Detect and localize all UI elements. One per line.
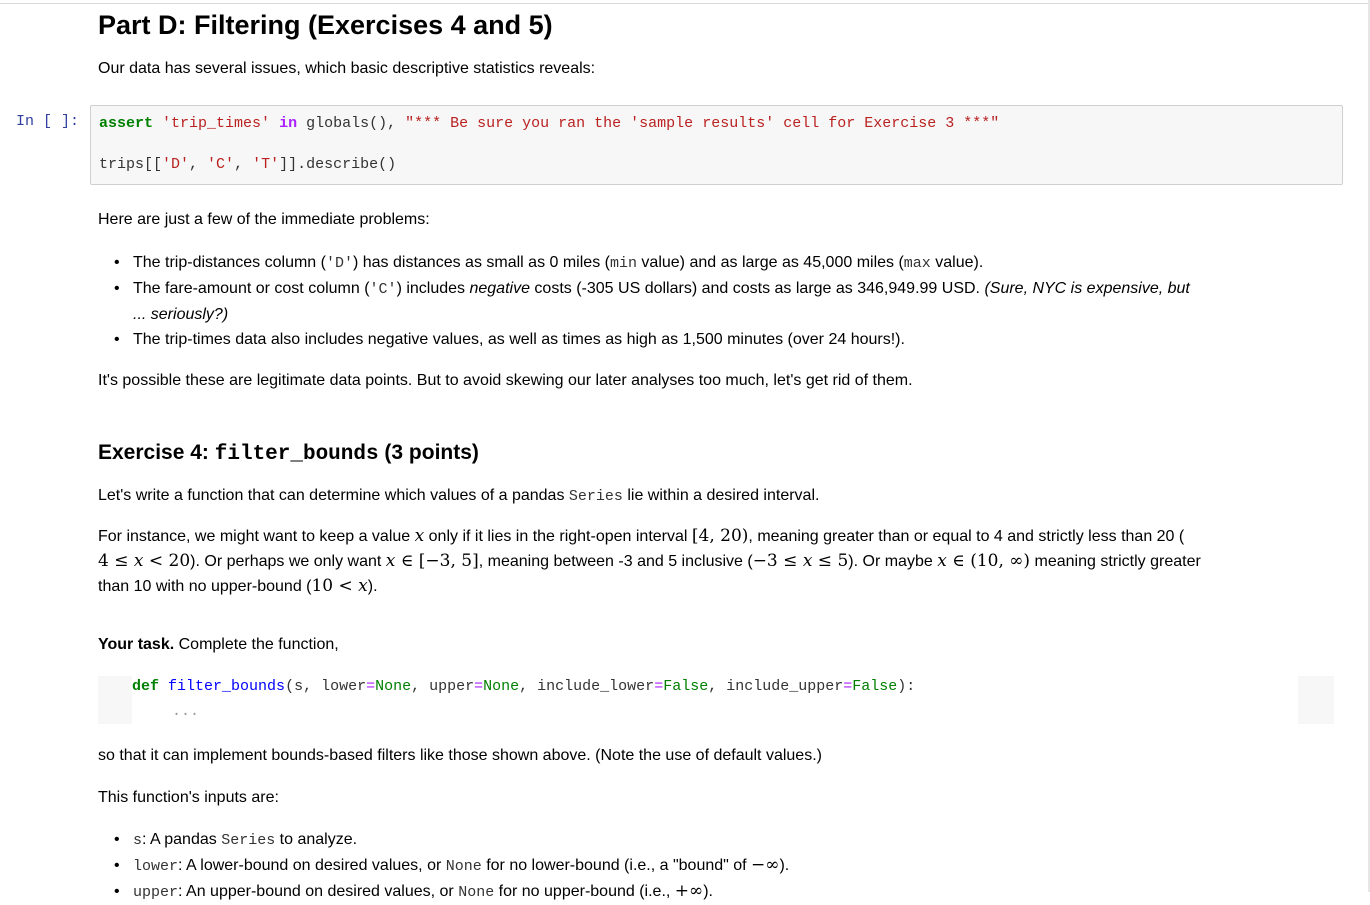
list-item: The fare-amount or cost column ('C') inc… [98, 276, 1318, 327]
list-item: s: A pandas Series to analyze. [98, 827, 1318, 853]
your-task: Your task. Complete the function, [98, 636, 339, 653]
instance-line-1: For instance, we might want to keep a va… [98, 526, 1185, 546]
instance-line-3: than 10 with no upper-bound (10 < x). [98, 576, 378, 596]
problems-list: The trip-distances column ('D') has dist… [98, 250, 1318, 352]
problems-intro: Here are just a few of the immediate pro… [98, 211, 430, 228]
top-border [0, 3, 1370, 4]
code-line-2: trips[['D', 'C', 'T']].describe() [99, 156, 397, 173]
signature-body: ... [172, 703, 200, 720]
closing-text: It's possible these are legitimate data … [98, 372, 913, 389]
intro-text: Our data has several issues, which basic… [98, 60, 596, 77]
instance-line-2: 4 ≤ x < 20). Or perhaps we only want x ∈… [98, 551, 1201, 571]
list-item: The trip-distances column ('D') has dist… [98, 250, 1318, 276]
signature-codeblock: def filter_bounds(s, lower=None, upper=N… [98, 676, 1334, 724]
signature-line: def filter_bounds(s, lower=None, upper=N… [132, 678, 916, 695]
after-signature-text: so that it can implement bounds-based fi… [98, 747, 822, 764]
exercise-title: Exercise 4: filter_bounds (3 points) [98, 441, 479, 466]
code-line-1: assert 'trip_times' in globals(), "*** B… [99, 115, 1000, 132]
cell-prompt: In [ ]: [16, 113, 80, 130]
list-item: upper: An upper-bound on desired values,… [98, 879, 1318, 905]
inputs-intro: This function's inputs are: [98, 789, 279, 806]
list-item: lower: A lower-bound on desired values, … [98, 853, 1318, 879]
list-item: The trip-times data also includes negati… [98, 327, 1318, 352]
inputs-list: s: A pandas Series to analyze. lower: A … [98, 827, 1318, 905]
task-intro: Let's write a function that can determin… [98, 487, 820, 505]
part-title: Part D: Filtering (Exercises 4 and 5) [98, 10, 553, 40]
code-cell[interactable]: assert 'trip_times' in globals(), "*** B… [90, 105, 1343, 185]
